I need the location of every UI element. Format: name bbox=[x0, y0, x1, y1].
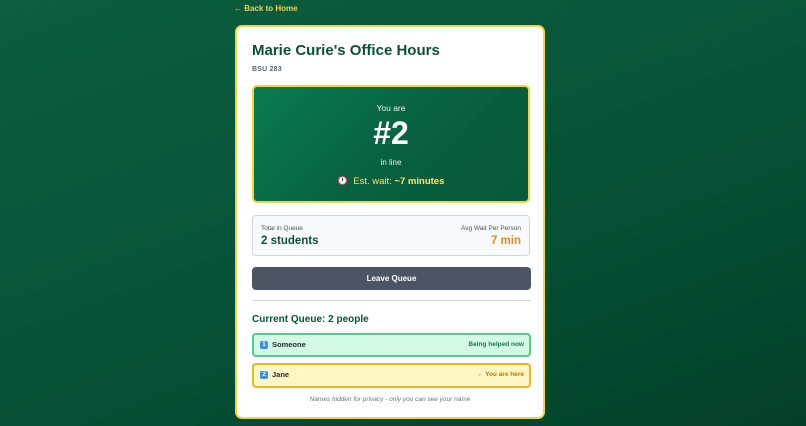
estimated-wait: Est. wait: ~7 minutes bbox=[254, 176, 528, 187]
queue-position-number: #2 bbox=[373, 115, 409, 151]
back-to-home-link[interactable]: ← Back to Home bbox=[234, 4, 298, 13]
alarm-clock-icon bbox=[337, 176, 347, 185]
queue-position-panel: You are #2 in line Est. wait: ~7 minutes bbox=[252, 85, 530, 203]
position-prefix: You are bbox=[376, 103, 406, 113]
wait-label: Est. wait: bbox=[353, 176, 392, 187]
queue-item-name: Someone bbox=[272, 340, 306, 349]
current-queue-heading: Current Queue: 2 people bbox=[252, 314, 369, 325]
avg-wait-value: 7 min bbox=[490, 235, 521, 247]
page-title: Marie Curie's Office Hours bbox=[252, 42, 440, 59]
queue-item-being-helped: 1 Someone Being helped now bbox=[252, 333, 531, 357]
number-one-badge-icon: 1 bbox=[260, 341, 268, 349]
queue-item-status: Being helped now bbox=[468, 341, 524, 348]
queue-item-status: ← You are here bbox=[476, 371, 524, 378]
privacy-note: Names hidden for privacy - only you can … bbox=[309, 396, 471, 403]
total-in-queue-label: Total in Queue bbox=[261, 225, 303, 232]
queue-item-you: 2 Jane ← You are here bbox=[252, 363, 531, 388]
wait-value: ~7 minutes bbox=[394, 176, 445, 187]
queue-item-name: Jane bbox=[272, 370, 290, 379]
position-suffix: in line bbox=[380, 158, 402, 167]
number-two-badge-icon: 2 bbox=[260, 371, 268, 379]
avg-wait-label: Avg Wait Per Person bbox=[461, 225, 521, 232]
leave-queue-button[interactable]: Leave Queue bbox=[252, 267, 531, 290]
total-in-queue-value: 2 students bbox=[261, 235, 319, 247]
queue-stats: Total in Queue 2 students Avg Wait Per P… bbox=[252, 215, 530, 256]
office-hours-card: Marie Curie's Office Hours BSU 283 You a… bbox=[235, 25, 545, 419]
room-label: BSU 283 bbox=[252, 66, 282, 73]
divider bbox=[252, 300, 531, 301]
